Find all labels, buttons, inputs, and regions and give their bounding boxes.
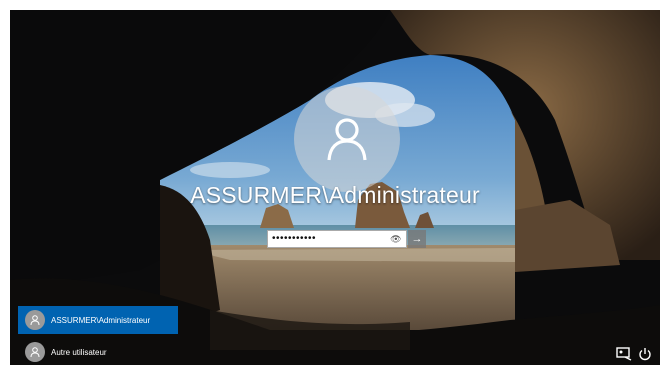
signin-username: ASSURMER\Administrateur [190,182,480,208]
user-switcher-list: ASSURMER\Administrateur Autre utilisateu… [18,306,178,365]
user-tile-autre[interactable]: Autre utilisateur [18,338,178,365]
user-icon [327,118,367,161]
user-tile-administrateur[interactable]: ASSURMER\Administrateur [18,306,178,334]
user-icon [25,342,45,362]
submit-arrow-button[interactable]: → [408,230,426,248]
ease-of-access-icon[interactable] [616,347,632,364]
password-row: ••••••••••• 👁 → [267,230,426,248]
user-tile-label: ASSURMER\Administrateur [51,315,151,325]
arrow-right-icon: → [411,233,423,245]
user-avatar [294,86,400,192]
lock-screen: ASSURMER\Administrateur ••••••••••• 👁 → … [10,10,660,365]
user-icon [25,310,45,330]
password-value: ••••••••••• [272,233,317,244]
user-tile-label: Autre utilisateur [51,347,107,357]
power-icon[interactable] [638,347,652,364]
password-input[interactable]: ••••••••••• 👁 [267,230,407,248]
reveal-password-icon[interactable]: 👁 [390,231,402,247]
